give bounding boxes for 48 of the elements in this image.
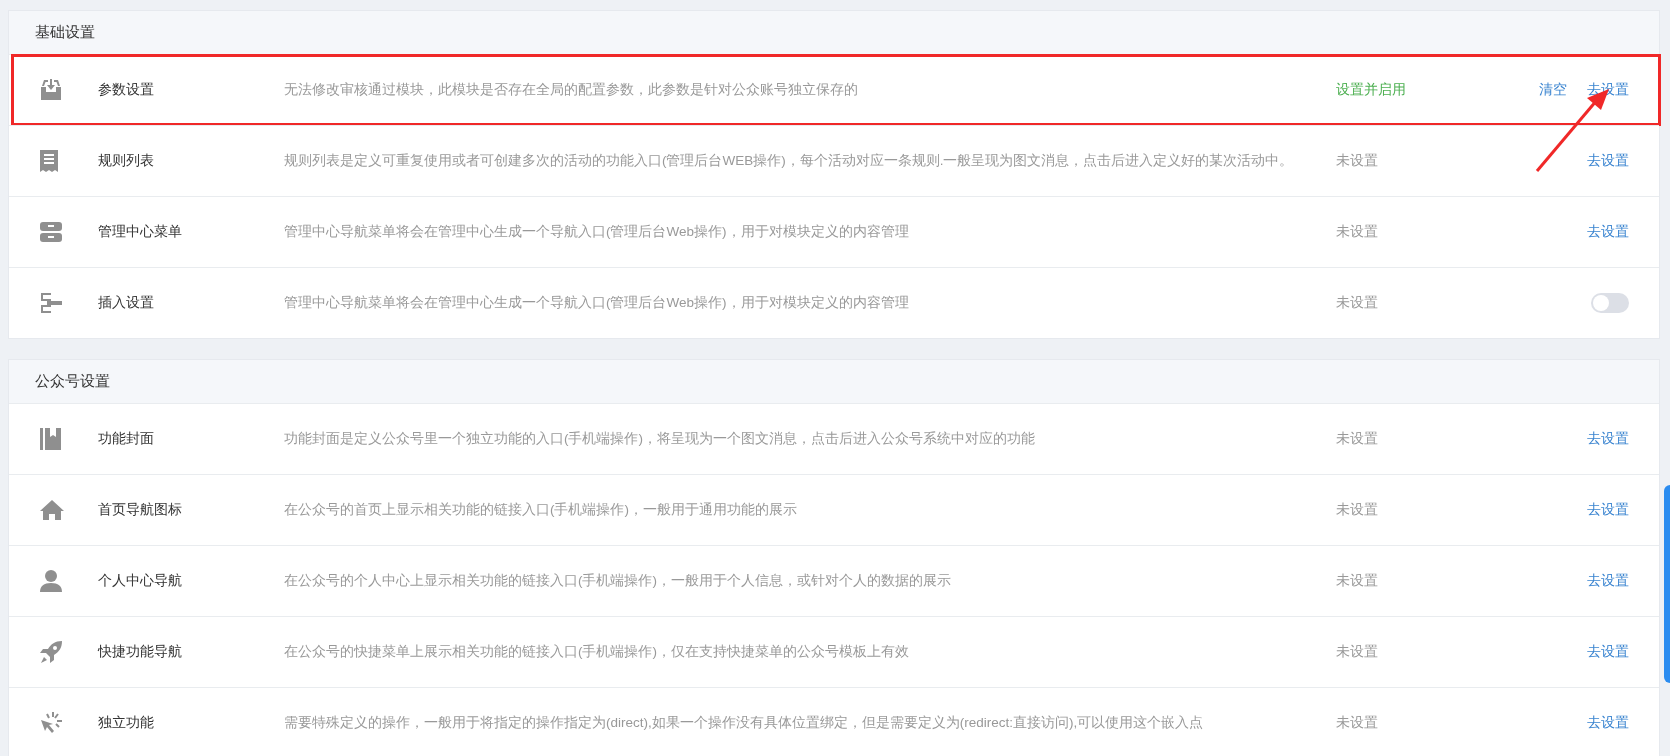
scrollbar-thumb[interactable] bbox=[1664, 485, 1670, 683]
status-text: 未设置 bbox=[1336, 643, 1379, 661]
setting-title: 功能封面 bbox=[98, 430, 155, 448]
action-link[interactable]: 去设置 bbox=[1587, 430, 1629, 448]
insert-rows-icon bbox=[39, 292, 63, 314]
home-icon bbox=[39, 499, 65, 521]
action-link[interactable]: 去设置 bbox=[1587, 152, 1629, 170]
setting-description: 管理中心导航菜单将会在管理中心生成一个导航入口(管理后台Web操作)，用于对模块定义的内容管理 bbox=[284, 294, 910, 312]
setting-description: 无法修改审核通过模块，此模块是否存在全局的配置参数，此参数是针对公众账号独立保存的 bbox=[284, 81, 859, 99]
setting-description: 在公众号的快捷菜单上展示相关功能的链接入口(手机端操作)，仅在支持快捷菜单的公众号模板上有效 bbox=[284, 643, 910, 661]
action-link[interactable]: 去设置 bbox=[1587, 714, 1629, 732]
setting-title: 管理中心菜单 bbox=[98, 223, 183, 241]
setting-description: 在公众号的首页上显示相关功能的链接入口(手机端操作)，一般用于通用功能的展示 bbox=[284, 501, 798, 519]
status-text: 设置并启用 bbox=[1336, 81, 1407, 99]
status-text: 未设置 bbox=[1336, 430, 1379, 448]
section-header: 基础设置 bbox=[9, 11, 1659, 54]
action-link[interactable]: 去设置 bbox=[1587, 501, 1629, 519]
action-link[interactable]: 去设置 bbox=[1587, 643, 1629, 661]
setting-description: 管理中心导航菜单将会在管理中心生成一个导航入口(管理后台Web操作)，用于对模块定义的内容管理 bbox=[284, 223, 910, 241]
drawer-cabinet-icon bbox=[39, 221, 63, 243]
status-text: 未设置 bbox=[1336, 572, 1379, 590]
status-text: 未设置 bbox=[1336, 501, 1379, 519]
setting-description: 需要特殊定义的操作，一般用于将指定的操作指定为(direct),如果一个操作没有具体位置绑定，但是需要定义为(redirect:直接访问),可以使用这个嵌入点 bbox=[284, 714, 1205, 732]
inbox-download-icon bbox=[39, 79, 63, 101]
setting-description: 功能封面是定义公众号里一个独立功能的入口(手机端操作)，将呈现为一个图文消息，点击后进入公众号系统中对应的功能 bbox=[284, 430, 1036, 448]
status-text: 未设置 bbox=[1336, 714, 1379, 732]
user-icon bbox=[39, 569, 63, 593]
book-bookmark-icon bbox=[39, 427, 63, 451]
setting-title: 首页导航图标 bbox=[98, 501, 183, 519]
status-text: 未设置 bbox=[1336, 152, 1379, 170]
action-link[interactable]: 清空 bbox=[1539, 81, 1567, 99]
rocket-icon bbox=[39, 640, 63, 664]
receipt-icon bbox=[39, 149, 59, 173]
section-header: 公众号设置 bbox=[9, 360, 1659, 403]
setting-title: 参数设置 bbox=[98, 81, 155, 99]
setting-title: 快捷功能导航 bbox=[98, 643, 183, 661]
setting-title: 规则列表 bbox=[98, 152, 155, 170]
setting-title: 独立功能 bbox=[98, 714, 155, 732]
status-text: 未设置 bbox=[1336, 223, 1379, 241]
action-link[interactable]: 去设置 bbox=[1587, 572, 1629, 590]
setting-description: 规则列表是定义可重复使用或者可创建多次的活动的功能入口(管理后台WEB操作)，每个活动对应一条规则.一般呈现为图文消息，点击后进入定义好的某次活动中。 bbox=[284, 152, 1295, 170]
action-link[interactable]: 去设置 bbox=[1587, 223, 1629, 241]
click-cursor-icon bbox=[39, 711, 63, 735]
setting-description: 在公众号的个人中心上显示相关功能的链接入口(手机端操作)，一般用于个人信息，或针对个人的数据的展示 bbox=[284, 572, 952, 590]
setting-title: 个人中心导航 bbox=[98, 572, 183, 590]
status-text: 未设置 bbox=[1336, 294, 1379, 312]
setting-title: 插入设置 bbox=[98, 294, 155, 312]
toggle-switch[interactable] bbox=[1591, 293, 1629, 313]
